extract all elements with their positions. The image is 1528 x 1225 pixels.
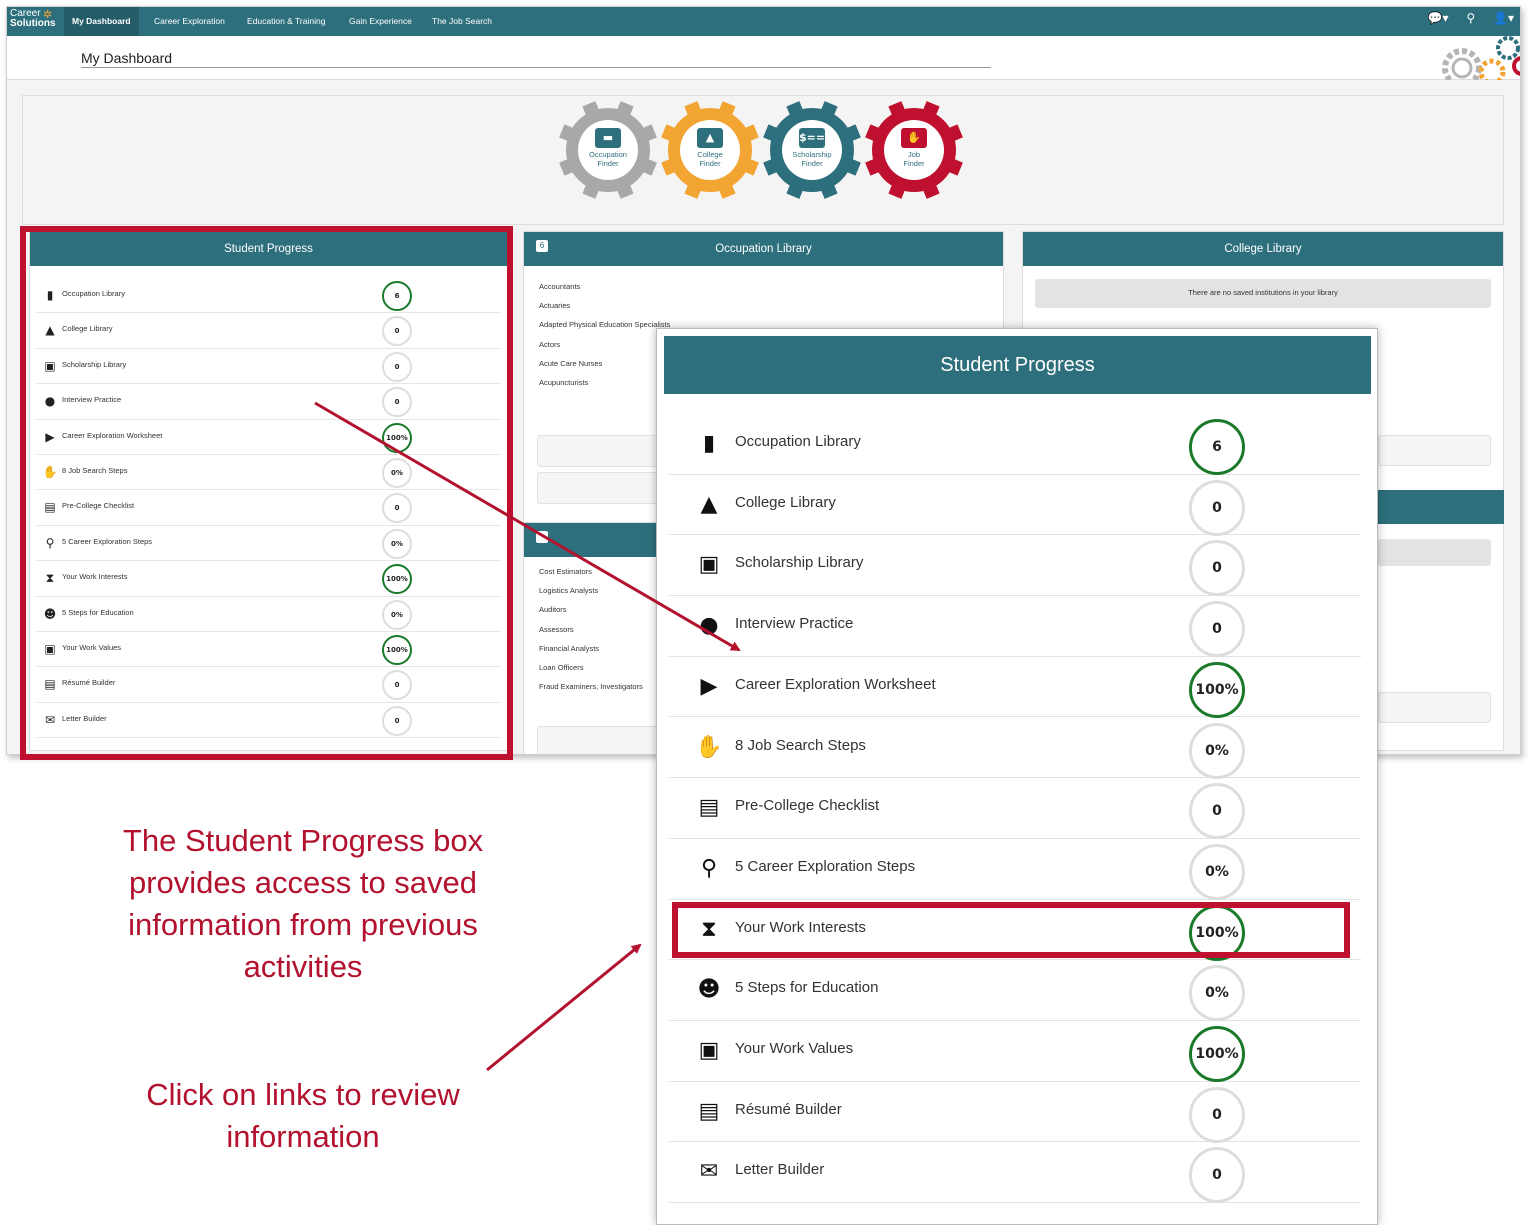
- arrow-to-work-interests: [486, 943, 642, 1072]
- arrow-to-zoom: [314, 401, 741, 652]
- annotation-arrows: [314, 401, 741, 1072]
- caption-click-links: Click on links to review information: [146, 1077, 460, 1154]
- slide: Career Solutions ✲ My Dashboard Career E…: [0, 0, 1528, 1225]
- caption-student-progress: The Student Progress box provides access…: [122, 823, 484, 984]
